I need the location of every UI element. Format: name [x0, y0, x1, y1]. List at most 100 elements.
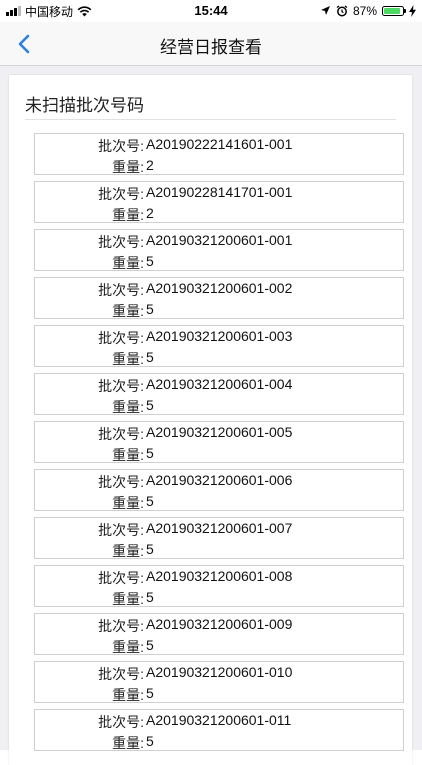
- batch-number-row: 批次号: A20190321200601-003: [35, 328, 403, 346]
- weight-label: 重量:: [112, 495, 144, 511]
- weight-value: 5: [146, 445, 154, 461]
- batch-number-label: 批次号:: [98, 618, 144, 634]
- batch-item[interactable]: 批次号: A20190321200601-008 重量: 5: [34, 565, 404, 607]
- weight-label: 重量:: [112, 591, 144, 607]
- weight-row: 重量: 5: [35, 637, 403, 655]
- batch-list: 批次号: A20190222141601-001 重量: 2 批次号: A20190228…: [34, 133, 404, 757]
- weight-label: 重量:: [112, 207, 144, 223]
- batch-number-value: A20190321200601-004: [146, 376, 293, 392]
- weight-label: 重量:: [112, 543, 144, 559]
- batch-number-label: 批次号:: [98, 474, 144, 490]
- batch-number-value: A20190321200601-006: [146, 472, 293, 488]
- section-divider: [25, 119, 396, 120]
- batch-number-value: A20190321200601-005: [146, 424, 293, 440]
- batch-item[interactable]: 批次号: A20190321200601-010 重量: 5: [34, 661, 404, 703]
- batch-number-value: A20190321200601-007: [146, 520, 293, 536]
- weight-label: 重量:: [112, 255, 144, 271]
- weight-label: 重量:: [112, 639, 144, 655]
- weight-label: 重量:: [112, 159, 144, 175]
- weight-value: 5: [146, 637, 154, 653]
- batch-number-row: 批次号: A20190321200601-002: [35, 280, 403, 298]
- page-title: 经营日报查看: [160, 38, 262, 57]
- weight-value: 5: [146, 397, 154, 413]
- batch-item[interactable]: 批次号: A20190321200601-005 重量: 5: [34, 421, 404, 463]
- weight-label: 重量:: [112, 447, 144, 463]
- batch-number-label: 批次号:: [98, 282, 144, 298]
- weight-value: 5: [146, 301, 154, 317]
- batch-number-label: 批次号:: [98, 330, 144, 346]
- batch-number-value: A20190321200601-010: [146, 664, 293, 680]
- batch-number-label: 批次号:: [98, 714, 144, 730]
- batch-item[interactable]: 批次号: A20190321200601-007 重量: 5: [34, 517, 404, 559]
- weight-row: 重量: 5: [35, 253, 403, 271]
- weight-value: 2: [146, 205, 154, 221]
- batch-number-row: 批次号: A20190321200601-001: [35, 232, 403, 250]
- weight-value: 5: [146, 253, 154, 269]
- batch-number-label: 批次号:: [98, 186, 144, 202]
- batch-item[interactable]: 批次号: A20190222141601-001 重量: 2: [34, 133, 404, 175]
- status-right: 87%: [320, 3, 416, 18]
- batch-number-label: 批次号:: [98, 666, 144, 682]
- batch-number-row: 批次号: A20190321200601-009: [35, 616, 403, 634]
- weight-row: 重量: 5: [35, 685, 403, 703]
- battery-icon: [382, 5, 406, 16]
- batch-number-row: 批次号: A20190321200601-010: [35, 664, 403, 682]
- batch-number-label: 批次号:: [98, 234, 144, 250]
- charging-icon: [409, 4, 416, 17]
- section-title: 未扫描批次号码: [25, 96, 144, 115]
- batch-number-value: A20190321200601-001: [146, 232, 293, 248]
- batch-number-label: 批次号:: [98, 522, 144, 538]
- weight-label: 重量:: [112, 735, 144, 751]
- batch-item[interactable]: 批次号: A20190321200601-002 重量: 5: [34, 277, 404, 319]
- batch-number-value: A20190321200601-002: [146, 280, 293, 296]
- batch-number-row: 批次号: A20190321200601-007: [35, 520, 403, 538]
- weight-value: 2: [146, 157, 154, 173]
- weight-value: 5: [146, 349, 154, 365]
- weight-row: 重量: 5: [35, 349, 403, 367]
- batch-item[interactable]: 批次号: A20190321200601-006 重量: 5: [34, 469, 404, 511]
- weight-value: 5: [146, 541, 154, 557]
- weight-row: 重量: 2: [35, 157, 403, 175]
- batch-number-label: 批次号:: [98, 378, 144, 394]
- batch-number-row: 批次号: A20190321200601-011: [35, 712, 403, 730]
- batch-number-value: A20190228141701-001: [146, 184, 293, 200]
- weight-row: 重量: 5: [35, 733, 403, 751]
- batch-number-label: 批次号:: [98, 570, 144, 586]
- battery-fill: [384, 7, 400, 14]
- batch-number-row: 批次号: A20190321200601-008: [35, 568, 403, 586]
- weight-label: 重量:: [112, 687, 144, 703]
- batch-number-row: 批次号: A20190228141701-001: [35, 184, 403, 202]
- batch-number-row: 批次号: A20190321200601-005: [35, 424, 403, 442]
- batch-number-row: 批次号: A20190321200601-006: [35, 472, 403, 490]
- weight-value: 5: [146, 589, 154, 605]
- weight-label: 重量:: [112, 303, 144, 319]
- batch-number-value: A20190321200601-008: [146, 568, 293, 584]
- unscanned-batches-card: 未扫描批次号码 批次号: A20190222141601-001 重量: 2 批次号: A…: [9, 75, 412, 765]
- batch-item[interactable]: 批次号: A20190321200601-011 重量: 5: [34, 709, 404, 751]
- weight-label: 重量:: [112, 351, 144, 367]
- weight-row: 重量: 5: [35, 445, 403, 463]
- weight-row: 重量: 2: [35, 205, 403, 223]
- weight-label: 重量:: [112, 399, 144, 415]
- location-icon: [320, 5, 331, 16]
- navigation-bar: 经营日报查看: [0, 22, 422, 66]
- batch-number-row: 批次号: A20190222141601-001: [35, 136, 403, 154]
- batch-item[interactable]: 批次号: A20190228141701-001 重量: 2: [34, 181, 404, 223]
- alarm-icon: [336, 4, 348, 17]
- batch-item[interactable]: 批次号: A20190321200601-001 重量: 5: [34, 229, 404, 271]
- weight-value: 5: [146, 493, 154, 509]
- batch-number-value: A20190321200601-003: [146, 328, 293, 344]
- weight-row: 重量: 5: [35, 397, 403, 415]
- weight-value: 5: [146, 685, 154, 701]
- batch-number-value: A20190222141601-001: [146, 136, 293, 152]
- status-bar: 中国移动 15:44 87%: [0, 0, 422, 22]
- batch-item[interactable]: 批次号: A20190321200601-004 重量: 5: [34, 373, 404, 415]
- weight-row: 重量: 5: [35, 301, 403, 319]
- batch-item[interactable]: 批次号: A20190321200601-009 重量: 5: [34, 613, 404, 655]
- weight-row: 重量: 5: [35, 493, 403, 511]
- weight-value: 5: [146, 733, 154, 749]
- weight-row: 重量: 5: [35, 541, 403, 559]
- weight-row: 重量: 5: [35, 589, 403, 607]
- batch-number-value: A20190321200601-009: [146, 616, 293, 632]
- batch-item[interactable]: 批次号: A20190321200601-003 重量: 5: [34, 325, 404, 367]
